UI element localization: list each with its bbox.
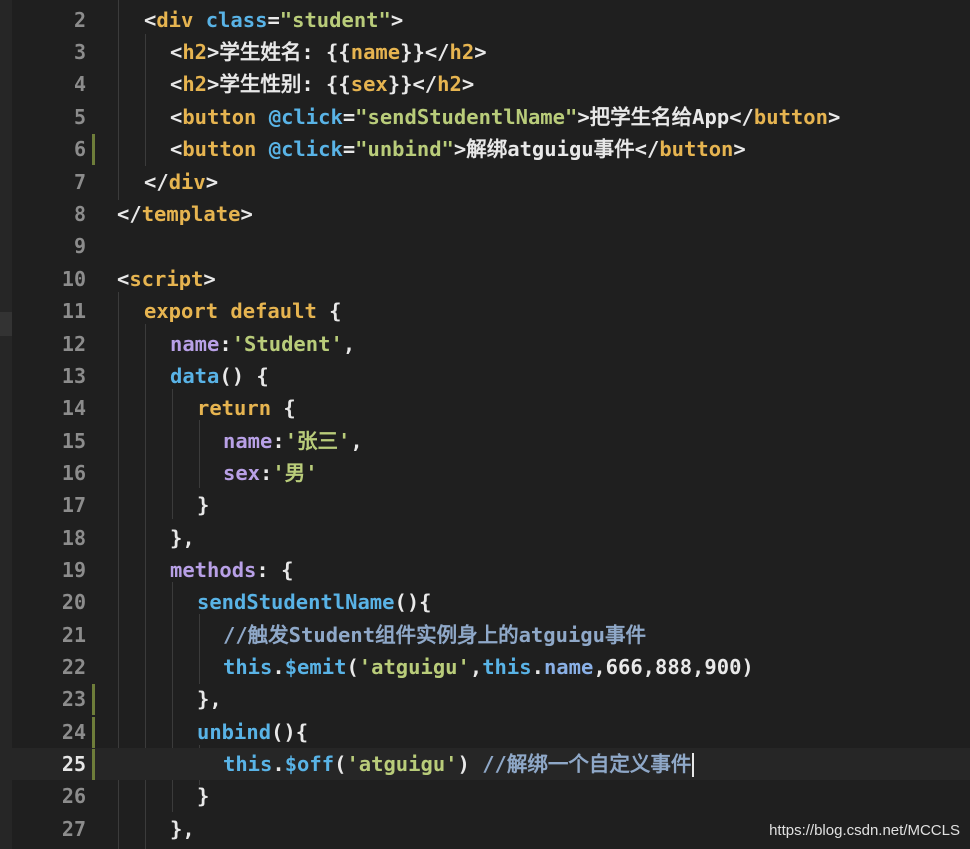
- code-text: <h2>学生姓名: {{name}}</h2>: [170, 40, 487, 64]
- line-number: 5: [73, 105, 86, 129]
- line-number: 24: [61, 720, 86, 744]
- code-line[interactable]: 22 this.$emit('atguigu',this.name,666,88…: [0, 651, 970, 683]
- code-line[interactable]: 21 //触发Student组件实例身上的atguigu事件: [0, 619, 970, 651]
- code-text: name:'Student',: [170, 332, 356, 356]
- code-text: name:'张三',: [223, 429, 363, 453]
- code-line[interactable]: 17 }: [0, 489, 970, 521]
- watermark-text: https://blog.csdn.net/MCCLS: [769, 822, 960, 839]
- code-text: //触发Student组件实例身上的atguigu事件: [223, 623, 646, 647]
- code-line[interactable]: 11 export default {: [0, 295, 970, 327]
- line-number: 2: [73, 8, 86, 32]
- code-text: sendStudentlName(){: [197, 590, 432, 614]
- code-text: <h2>学生性别: {{sex}}</h2>: [170, 72, 475, 96]
- line-number: 27: [61, 817, 86, 841]
- line-number: 4: [73, 72, 86, 96]
- line-number: 10: [61, 267, 86, 291]
- code-text: data() {: [170, 364, 269, 388]
- line-number: 18: [61, 526, 86, 550]
- code-line[interactable]: 14 return {: [0, 392, 970, 424]
- line-number: 22: [61, 655, 86, 679]
- code-line[interactable]: 19 methods: {: [0, 554, 970, 586]
- code-text: this.$emit('atguigu',this.name,666,888,9…: [223, 655, 754, 679]
- code-text: return {: [197, 396, 296, 420]
- line-number: 8: [73, 202, 86, 226]
- code-line[interactable]: 3 <h2>学生姓名: {{name}}</h2>: [0, 36, 970, 68]
- code-line[interactable]: 5 <button @click="sendStudentlName">把学生名…: [0, 101, 970, 133]
- line-number: 3: [73, 40, 86, 64]
- code-line[interactable]: 8 </template>: [0, 198, 970, 230]
- code-text: <button @click="unbind">解绑atguigu事件</but…: [170, 137, 746, 161]
- line-number: 23: [61, 687, 86, 711]
- line-number: 21: [61, 623, 86, 647]
- line-number: 9: [73, 234, 86, 258]
- code-line[interactable]: 7 </div>: [0, 166, 970, 198]
- code-text: },: [170, 817, 195, 841]
- line-number: 25: [61, 752, 86, 776]
- code-text: }: [197, 493, 210, 517]
- line-number: 14: [61, 396, 86, 420]
- code-text: <script>: [117, 267, 216, 291]
- code-text: unbind(){: [197, 720, 309, 744]
- code-line[interactable]: 12 name:'Student',: [0, 328, 970, 360]
- git-modified-marker: [92, 684, 95, 715]
- git-modified-marker: [92, 134, 95, 165]
- git-modified-marker: [92, 717, 95, 748]
- line-number: 17: [61, 493, 86, 517]
- code-text: },: [197, 687, 222, 711]
- code-line[interactable]: 23 },: [0, 683, 970, 715]
- code-line[interactable]: 13 data() {: [0, 360, 970, 392]
- line-number: 11: [61, 299, 86, 323]
- code-text: export default {: [144, 299, 342, 323]
- line-number: 20: [61, 590, 86, 614]
- code-text: this.$off('atguigu') //解绑一个自定义事件: [223, 753, 695, 777]
- code-text: <div class="student">: [144, 8, 404, 32]
- line-number: 7: [73, 170, 86, 194]
- code-line[interactable]: 6 <button @click="unbind">解绑atguigu事件</b…: [0, 133, 970, 165]
- line-number: 16: [61, 461, 86, 485]
- code-line[interactable]: 4 <h2>学生性别: {{sex}}</h2>: [0, 68, 970, 100]
- code-text: <button @click="sendStudentlName">把学生名给A…: [170, 105, 841, 129]
- code-line[interactable]: 2 <div class="student">: [0, 4, 970, 36]
- code-line[interactable]: 26 }: [0, 780, 970, 812]
- line-number: 6: [73, 137, 86, 161]
- code-text: sex:'男': [223, 461, 318, 485]
- code-line[interactable]: 24 unbind(){: [0, 716, 970, 748]
- line-number: 13: [61, 364, 86, 388]
- code-line-current[interactable]: 25 this.$off('atguigu') //解绑一个自定义事件: [0, 748, 970, 781]
- text-cursor: [692, 753, 695, 777]
- code-text: }: [197, 784, 210, 808]
- line-number: 12: [61, 332, 86, 356]
- line-number: 26: [61, 784, 86, 808]
- line-number: 19: [61, 558, 86, 582]
- code-line[interactable]: 18 },: [0, 522, 970, 554]
- code-text: methods: {: [170, 558, 294, 582]
- code-line[interactable]: 16 sex:'男': [0, 457, 970, 489]
- code-editor[interactable]: 2 <div class="student"> 3 <h2>学生姓名: {{na…: [0, 0, 970, 849]
- code-line[interactable]: 10 <script>: [0, 263, 970, 295]
- line-number: 15: [61, 429, 86, 453]
- code-text: },: [170, 526, 195, 550]
- code-text: </div>: [144, 170, 219, 194]
- code-line[interactable]: 15 name:'张三',: [0, 425, 970, 457]
- code-line[interactable]: 20 sendStudentlName(){: [0, 586, 970, 618]
- git-modified-marker: [92, 749, 95, 780]
- code-line[interactable]: 9: [0, 230, 970, 262]
- code-text: </template>: [117, 202, 253, 226]
